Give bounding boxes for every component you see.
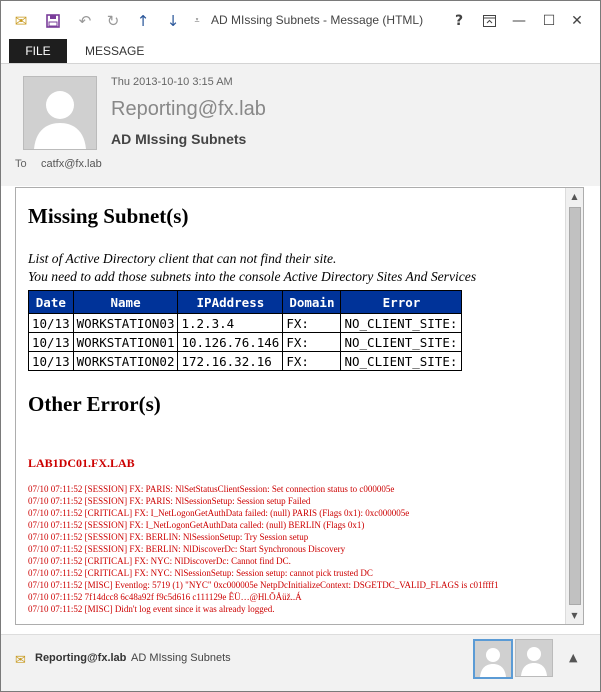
title-bar: ✉ ↶ ↻ ↑ ↓ ⩡ AD MIssing Subnets - Message…	[1, 1, 600, 39]
avatar-placeholder	[475, 641, 511, 677]
log-line: 07/10 07:11:52 [CRITICAL] FX: NYC: NlDis…	[28, 556, 291, 566]
table-header-row: Date Name IPAddress Domain Error	[28, 290, 463, 314]
cell-name: WORKSTATION01	[72, 332, 179, 352]
footer-subject: AD MIssing Subnets	[131, 652, 231, 664]
cell-domain: FX:	[282, 332, 342, 352]
intro-text: List of Active Directory client that can…	[28, 250, 476, 286]
avatar-placeholder	[24, 77, 96, 149]
help-icon[interactable]: ?	[447, 9, 471, 33]
tab-message[interactable]: MESSAGE	[85, 44, 144, 58]
log-line: 07/10 07:11:52 [MISC] Eventlog: 5719 (1)…	[28, 580, 499, 590]
cell-name: WORKSTATION02	[72, 351, 179, 371]
expand-icon[interactable]: ▲	[569, 651, 577, 664]
to-label: To	[15, 158, 27, 170]
scroll-up-icon[interactable]: ▲	[566, 188, 583, 205]
cell-ipaddress: 10.126.76.146	[177, 332, 284, 352]
avatar[interactable]	[23, 76, 97, 150]
column-header-domain: Domain	[282, 290, 342, 314]
window-title: AD MIssing Subnets - Message (HTML)	[211, 13, 424, 27]
table-row: 10/13 WORKSTATION03 1.2.3.4 FX: NO_CLIEN…	[28, 313, 463, 333]
cell-name: WORKSTATION03	[72, 313, 179, 333]
table-row: 10/13 WORKSTATION02 172.16.32.16 FX: NO_…	[28, 351, 463, 371]
close-icon[interactable]: ✕	[565, 9, 589, 33]
minimize-icon[interactable]: —	[507, 9, 531, 33]
other-errors-heading: Other Error(s)	[28, 392, 161, 416]
message-body: Missing Subnet(s) List of Active Directo…	[16, 188, 565, 624]
scrollbar-thumb[interactable]	[569, 207, 581, 605]
sender[interactable]: Reporting@fx.lab	[111, 98, 266, 121]
undo-icon[interactable]: ↶	[75, 11, 95, 31]
redo-icon[interactable]: ↻	[103, 11, 123, 31]
envelope-icon: ✉	[15, 653, 26, 668]
domain-controller-name: LAB1DC01.FX.LAB	[28, 456, 135, 470]
sent-date: Thu 2013-10-10 3:15 AM	[111, 76, 233, 88]
log-line: 07/10 07:11:52 [CRITICAL] FX: I_NetLogon…	[28, 508, 410, 518]
cell-domain: FX:	[282, 313, 342, 333]
cell-date: 10/13	[28, 332, 74, 352]
vertical-scrollbar[interactable]: ▲ ▼	[565, 188, 583, 624]
cell-error: NO_CLIENT_SITE:	[340, 351, 463, 371]
cell-date: 10/13	[28, 351, 74, 371]
ribbon-tabs: FILE MESSAGE	[1, 39, 600, 64]
message-body-pane[interactable]: Missing Subnet(s) List of Active Directo…	[15, 187, 584, 625]
tab-file[interactable]: FILE	[9, 39, 67, 63]
intro-line-2: You need to add those subnets into the c…	[28, 269, 477, 284]
log-line: 07/10 07:11:52 7f14dcc8 6c48a92f f9c5d61…	[28, 592, 302, 602]
maximize-icon[interactable]: ☐	[537, 9, 561, 33]
table-row: 10/13 WORKSTATION01 10.126.76.146 FX: NO…	[28, 332, 463, 352]
avatar-placeholder	[516, 640, 552, 676]
scroll-down-icon[interactable]: ▼	[566, 607, 583, 624]
cell-ipaddress: 172.16.32.16	[177, 351, 284, 371]
customize-menu-icon[interactable]: ⩡	[187, 11, 207, 31]
previous-item-icon[interactable]: ↑	[133, 11, 153, 31]
sender-avatar[interactable]	[473, 639, 513, 679]
save-icon[interactable]	[43, 11, 63, 31]
log-line: 07/10 07:11:52 [SESSION] FX: BERLIN: NlS…	[28, 532, 309, 542]
log-line: 07/10 07:11:52 [SESSION] FX: PARIS: NlSe…	[28, 496, 311, 506]
next-item-icon[interactable]: ↓	[163, 11, 183, 31]
log-line: 07/10 07:11:52 [SESSION] FX: PARIS: NlSe…	[28, 484, 395, 494]
missing-subnets-heading: Missing Subnet(s)	[28, 204, 189, 228]
cell-error: NO_CLIENT_SITE:	[340, 332, 463, 352]
outlook-message-window: ✉ ↶ ↻ ↑ ↓ ⩡ AD MIssing Subnets - Message…	[0, 0, 601, 692]
ribbon-display-icon[interactable]	[477, 9, 501, 33]
recipient[interactable]: catfx@fx.lab	[41, 158, 102, 170]
error-log-list: 07/10 07:11:52 [SESSION] FX: PARIS: NlSe…	[28, 483, 499, 615]
missing-subnets-table: Date Name IPAddress Domain Error 10/13 W…	[28, 290, 463, 371]
log-line: 07/10 07:11:52 [SESSION] FX: BERLIN: NlD…	[28, 544, 346, 554]
recipient-avatar[interactable]	[515, 639, 553, 677]
message-subject: AD MIssing Subnets	[111, 131, 247, 147]
intro-line-1: List of Active Directory client that can…	[28, 251, 337, 266]
cell-domain: FX:	[282, 351, 342, 371]
column-header-date: Date	[28, 290, 74, 314]
log-line: 07/10 07:11:52 [MISC] Didn't log event s…	[28, 604, 275, 614]
envelope-icon[interactable]: ✉	[11, 11, 31, 31]
cell-ipaddress: 1.2.3.4	[177, 313, 284, 333]
cell-date: 10/13	[28, 313, 74, 333]
people-pane: ✉ Reporting@fx.lab AD MIssing Subnets ▲	[1, 634, 600, 691]
message-header: Thu 2013-10-10 3:15 AM Reporting@fx.lab …	[1, 64, 600, 186]
column-header-error: Error	[340, 290, 463, 314]
cell-error: NO_CLIENT_SITE:	[340, 313, 463, 333]
footer-sender[interactable]: Reporting@fx.lab	[35, 652, 126, 664]
log-line: 07/10 07:11:52 [SESSION] FX: I_NetLogonG…	[28, 520, 365, 530]
log-line: 07/10 07:11:52 [CRITICAL] FX: NYC: NlSes…	[28, 568, 373, 578]
column-header-ipaddress: IPAddress	[177, 290, 284, 314]
column-header-name: Name	[72, 290, 179, 314]
